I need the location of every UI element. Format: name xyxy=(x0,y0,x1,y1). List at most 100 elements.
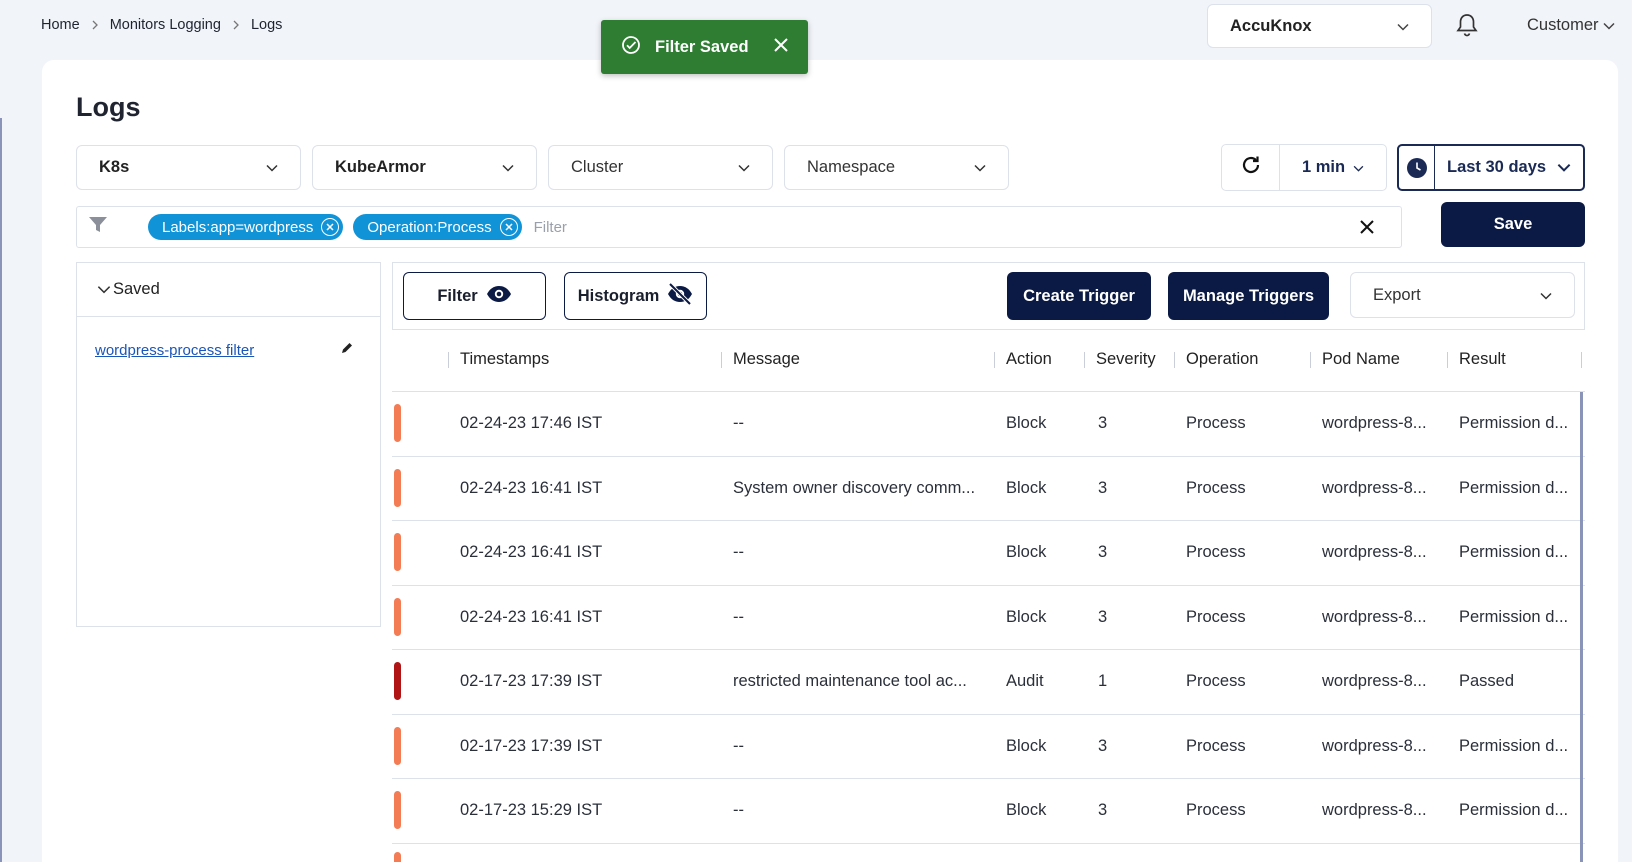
cell-pod-name: wordpress-8... xyxy=(1322,414,1427,432)
cell-timestamp: 02-17-23 17:39 IST xyxy=(460,736,603,755)
column-header-timestamps[interactable]: Timestamps xyxy=(460,350,549,369)
saved-filter-link[interactable]: wordpress-process filter xyxy=(95,342,254,359)
table-row[interactable]: 02-17-23 17:39 IST -- Block 3 Process wo… xyxy=(392,715,1585,779)
cell-message: restricted maintenance tool ac... xyxy=(733,672,967,690)
source-dropdown[interactable]: KubeArmor xyxy=(312,145,537,190)
logs-table: Timestamps Message Action Severity Opera… xyxy=(392,330,1585,844)
refresh-interval-select[interactable]: 1 min xyxy=(1280,145,1386,190)
column-divider[interactable] xyxy=(448,352,449,368)
tenant-select[interactable]: AccuKnox xyxy=(1207,4,1432,48)
breadcrumb-home[interactable]: Home xyxy=(41,17,80,33)
cell-message: -- xyxy=(733,414,744,432)
logs-toolbar: Filter Histogram Create Trigger Manage T… xyxy=(392,262,1585,330)
column-header-result[interactable]: Result xyxy=(1459,350,1506,369)
saved-filter-item: wordpress-process filter xyxy=(77,317,380,360)
cluster-dropdown[interactable]: Cluster xyxy=(548,145,773,190)
table-row[interactable]: 02-17-23 17:39 IST restricted maintenanc… xyxy=(392,650,1585,715)
column-divider[interactable] xyxy=(1310,352,1311,368)
chevron-down-icon xyxy=(1599,16,1615,35)
close-icon[interactable] xyxy=(774,37,788,57)
breadcrumb-logs: Logs xyxy=(250,17,283,33)
cell-operation: Process xyxy=(1186,672,1246,690)
export-dropdown[interactable]: Export xyxy=(1350,272,1575,318)
time-range-select[interactable]: Last 30 days xyxy=(1397,144,1585,191)
column-divider[interactable] xyxy=(1174,352,1175,368)
cluster-dropdown-value: Cluster xyxy=(571,158,624,176)
cell-action: Block xyxy=(1006,736,1047,755)
bell-icon[interactable] xyxy=(1455,12,1479,43)
severity-indicator xyxy=(394,468,401,507)
table-row[interactable]: 02-24-23 16:41 IST System owner discover… xyxy=(392,457,1585,521)
namespace-dropdown[interactable]: Namespace xyxy=(784,145,1009,190)
cell-severity: 3 xyxy=(1098,801,1108,819)
cell-action: Block xyxy=(1006,543,1047,561)
column-divider[interactable] xyxy=(1084,352,1085,368)
type-dropdown[interactable]: K8s xyxy=(76,145,301,190)
cell-operation: Process xyxy=(1186,801,1246,819)
clear-filter-icon[interactable] xyxy=(1357,219,1377,235)
cell-pod-name: wordpress-8... xyxy=(1322,672,1427,690)
remove-chip-icon[interactable] xyxy=(321,218,340,236)
refresh-icon xyxy=(1240,154,1262,181)
chevron-down-icon xyxy=(266,158,278,177)
chevron-down-icon xyxy=(1557,159,1583,177)
histogram-toggle-button[interactable]: Histogram xyxy=(564,272,707,320)
eye-icon xyxy=(478,285,512,308)
refresh-control: 1 min xyxy=(1221,144,1387,191)
column-header-pod-name[interactable]: Pod Name xyxy=(1322,350,1400,369)
table-row[interactable]: 02-24-23 16:41 IST -- Block 3 Process wo… xyxy=(392,586,1585,650)
chevron-down-icon xyxy=(97,280,113,299)
chevron-down-icon xyxy=(502,158,514,177)
column-header-message[interactable]: Message xyxy=(733,350,800,369)
user-menu[interactable]: Customer xyxy=(1527,16,1615,35)
filter-input[interactable] xyxy=(533,207,1357,247)
filter-toggle-button[interactable]: Filter xyxy=(403,272,546,320)
filter-chip-label: Labels:app=wordpress xyxy=(162,218,314,236)
filter-chip-operation[interactable]: Operation:Process xyxy=(353,214,522,240)
cell-message: -- xyxy=(733,607,744,626)
eye-off-icon xyxy=(659,282,693,310)
column-header-operation[interactable]: Operation xyxy=(1186,350,1258,369)
table-scrollbar[interactable] xyxy=(1580,392,1583,862)
column-divider[interactable] xyxy=(994,352,995,368)
tenant-label: AccuKnox xyxy=(1230,16,1312,35)
remove-chip-icon[interactable] xyxy=(499,218,518,236)
column-header-action[interactable]: Action xyxy=(1006,350,1052,369)
refresh-button[interactable] xyxy=(1222,145,1280,190)
create-trigger-button[interactable]: Create Trigger xyxy=(1007,272,1151,320)
cell-severity: 3 xyxy=(1098,478,1108,497)
cell-operation: Process xyxy=(1186,543,1246,561)
breadcrumb-monitors-logging[interactable]: Monitors Logging xyxy=(110,17,221,33)
save-button[interactable]: Save xyxy=(1441,202,1585,247)
filter-chip-labels[interactable]: Labels:app=wordpress xyxy=(148,214,344,240)
column-divider[interactable] xyxy=(721,352,722,368)
user-menu-label: Customer xyxy=(1527,16,1599,34)
cell-result: Permission d... xyxy=(1459,801,1569,819)
column-divider[interactable] xyxy=(1581,352,1582,368)
table-row[interactable]: 02-24-23 17:46 IST -- Block 3 Process wo… xyxy=(392,392,1585,457)
cell-result: Permission d... xyxy=(1459,607,1569,626)
histogram-toggle-label: Histogram xyxy=(577,286,660,305)
cell-timestamp: 02-24-23 16:41 IST xyxy=(460,543,603,561)
severity-indicator xyxy=(394,597,401,636)
cell-severity: 3 xyxy=(1098,414,1108,432)
table-row[interactable]: 02-17-23 15:29 IST -- Block 3 Process wo… xyxy=(392,779,1585,844)
cell-result: Permission d... xyxy=(1459,736,1569,755)
cell-severity: 3 xyxy=(1098,736,1108,755)
cell-result: Permission d... xyxy=(1459,414,1569,432)
saved-filters-header[interactable]: Saved xyxy=(77,263,380,317)
chevron-down-icon xyxy=(1540,286,1552,305)
cell-pod-name: wordpress-8... xyxy=(1322,801,1427,819)
column-divider[interactable] xyxy=(1447,352,1448,368)
manage-triggers-button[interactable]: Manage Triggers xyxy=(1168,272,1329,320)
cell-timestamp: 02-24-23 16:41 IST xyxy=(460,607,603,626)
cell-message: -- xyxy=(733,736,744,755)
cell-operation: Process xyxy=(1186,414,1246,432)
table-row[interactable]: 02-24-23 16:41 IST -- Block 3 Process wo… xyxy=(392,521,1585,586)
pencil-icon[interactable] xyxy=(340,341,354,360)
column-header-severity[interactable]: Severity xyxy=(1096,350,1156,369)
cell-severity: 3 xyxy=(1098,607,1108,626)
export-label: Export xyxy=(1373,285,1421,304)
cell-severity: 3 xyxy=(1098,543,1108,561)
chevron-down-icon xyxy=(974,158,986,177)
